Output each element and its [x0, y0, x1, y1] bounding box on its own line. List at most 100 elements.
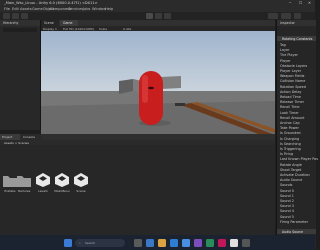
inspector-field[interactable]: Anchor Cap [280, 121, 300, 125]
inspector-field[interactable]: Is Firing [280, 152, 293, 156]
inspector-field[interactable]: Sound 5 [280, 215, 294, 219]
inspector-field[interactable]: Shoot Target [280, 168, 301, 172]
inspector-field[interactable]: Player [280, 59, 291, 63]
unity-scene-icon [55, 173, 69, 187]
edge-icon[interactable] [146, 239, 154, 247]
asset-label: Scene [76, 189, 86, 193]
layers-dropdown[interactable] [268, 13, 278, 19]
scale-label: Scale [99, 26, 108, 31]
inspector-field[interactable]: Look Timer [280, 111, 299, 115]
inspector-field[interactable]: Is Triggering [280, 147, 301, 151]
inspector-field[interactable]: Recoil Amount [280, 116, 305, 120]
inspector-field[interactable]: Audio Source [280, 178, 302, 182]
menu-item-help[interactable]: Help [105, 7, 113, 11]
inspector-field[interactable]: Take Power [280, 126, 299, 130]
project-breadcrumb: Assets > Scenes [4, 140, 29, 145]
menu-item-jobs[interactable]: Jobs [83, 7, 90, 11]
asset-scene[interactable]: Scene [73, 172, 89, 196]
inspector-panel[interactable]: Inspector Rotating Constants Tag Layer The… [276, 20, 318, 250]
close-button[interactable]: ✕ [308, 1, 311, 5]
component-header[interactable]: Rotating Constants [277, 36, 316, 41]
scale-value[interactable]: 0.44x [123, 27, 131, 31]
asset-label: Level1 [38, 189, 48, 193]
hierarchy-header: Hierarchy [0, 20, 40, 26]
unity-scene-icon [36, 173, 50, 187]
tab-scene-label: Scene [44, 21, 54, 25]
inspector-field[interactable]: Firing Parameter [280, 220, 308, 224]
inspector-field[interactable]: Recoil Time [280, 105, 300, 109]
inspector-field[interactable]: Sound 0 [280, 189, 294, 193]
inspector-field[interactable]: Rotate Angle [280, 163, 302, 167]
inspector-field[interactable]: Layer [280, 48, 289, 52]
inspector-field[interactable]: Rotation Speed [280, 85, 306, 89]
inspector-field[interactable]: Last Known Player Pos [280, 157, 318, 161]
asset-label: MainMenu [54, 189, 70, 193]
project-toolbar: Assets > Scenes [0, 140, 275, 145]
inspector-field[interactable]: Is Searching [280, 142, 301, 146]
cloud-button[interactable] [12, 13, 19, 19]
game-render [41, 31, 275, 135]
asset-mainmenu-scene[interactable]: MainMenu [54, 172, 70, 196]
app-icon-4[interactable] [242, 239, 250, 247]
resolution-dropdown[interactable]: Full HD (1920x1080) [63, 27, 94, 31]
inspector-field[interactable]: The Player [280, 53, 298, 57]
inspector-field[interactable]: Is Grounded [280, 131, 301, 135]
tab-console-label: Console [23, 135, 35, 139]
display-dropdown[interactable]: Display 1 [43, 27, 57, 31]
menu-item-services[interactable]: Services [68, 7, 83, 11]
app-icon[interactable] [194, 239, 202, 247]
play-button[interactable] [146, 13, 153, 27]
inspector-field[interactable]: Obstacle Layers [280, 64, 307, 68]
audio-source-title: Audio Source [282, 229, 304, 234]
windows-start-icon[interactable] [64, 239, 72, 247]
inspector-field[interactable]: Player Layer [280, 69, 301, 73]
window-title: _Main_Wsc_Linux - Unity 6.0 (6000.0.47f1… [4, 1, 98, 5]
menu-item-edit[interactable]: Edit [12, 7, 19, 11]
inspector-field[interactable]: Sound 4 [280, 209, 294, 213]
asset-level1-scene[interactable]: Level1 [35, 172, 51, 196]
hierarchy-search[interactable] [3, 28, 37, 32]
hierarchy-title: Hierarchy [3, 21, 19, 25]
menu-item-file[interactable]: File [4, 7, 10, 11]
inspector-field[interactable]: Tag [280, 43, 286, 47]
layout-dropdown[interactable] [281, 13, 291, 19]
step-button[interactable] [164, 13, 171, 27]
inspector-field[interactable]: Sound 2 [280, 199, 294, 203]
hierarchy-panel[interactable]: Hierarchy [0, 20, 41, 130]
audio-source-header[interactable]: Audio Source [277, 229, 316, 234]
inspector-field[interactable]: Is Charging [280, 137, 299, 141]
inspector-field[interactable]: Reload Time [280, 95, 301, 99]
store-icon[interactable] [170, 239, 178, 247]
inspector-field[interactable]: Weapon Fields [280, 74, 304, 78]
search-icon: ⌕ [79, 241, 81, 245]
tab-game-label: Game [63, 21, 73, 25]
app-icon-2[interactable] [206, 239, 214, 247]
pause-button[interactable] [155, 13, 162, 27]
inspector-field[interactable]: Collision Name [280, 79, 305, 83]
menu-item-assets[interactable]: Assets [20, 7, 32, 11]
inspector-field[interactable]: Sound 1 [280, 194, 294, 198]
taskbar-search-placeholder: Search [85, 241, 96, 245]
task-view-icon[interactable] [134, 239, 142, 247]
minimize-button[interactable]: ─ [289, 1, 291, 5]
vscode-icon[interactable] [182, 239, 190, 247]
inspector-field[interactable]: Action Delay [280, 90, 301, 94]
app-icon-3[interactable] [218, 239, 226, 247]
component-title: Rotating Constants [282, 36, 313, 41]
inspector-field[interactable]: Activate Duration [280, 173, 310, 177]
collab-button[interactable] [21, 13, 28, 19]
taskbar-search[interactable]: ⌕ Search [75, 239, 125, 247]
tab-project-label: Project [2, 135, 13, 139]
title-bar: _Main_Wsc_Linux - Unity 6.0 (6000.0.47f1… [0, 0, 315, 7]
inspector-field[interactable]: Sounds [280, 183, 292, 187]
account-button[interactable] [3, 13, 10, 19]
search-button[interactable] [294, 13, 301, 19]
red-capsule [139, 71, 163, 125]
inspector-field[interactable]: Release Timer [280, 100, 304, 104]
game-viewport[interactable] [41, 31, 275, 135]
inspector-field[interactable]: Sound 3 [280, 204, 294, 208]
unity-icon[interactable] [230, 239, 238, 247]
file-explorer-icon[interactable] [158, 239, 166, 247]
asset-textures-folder[interactable]: Textures [16, 172, 32, 196]
maximize-button[interactable]: ☐ [299, 1, 302, 5]
